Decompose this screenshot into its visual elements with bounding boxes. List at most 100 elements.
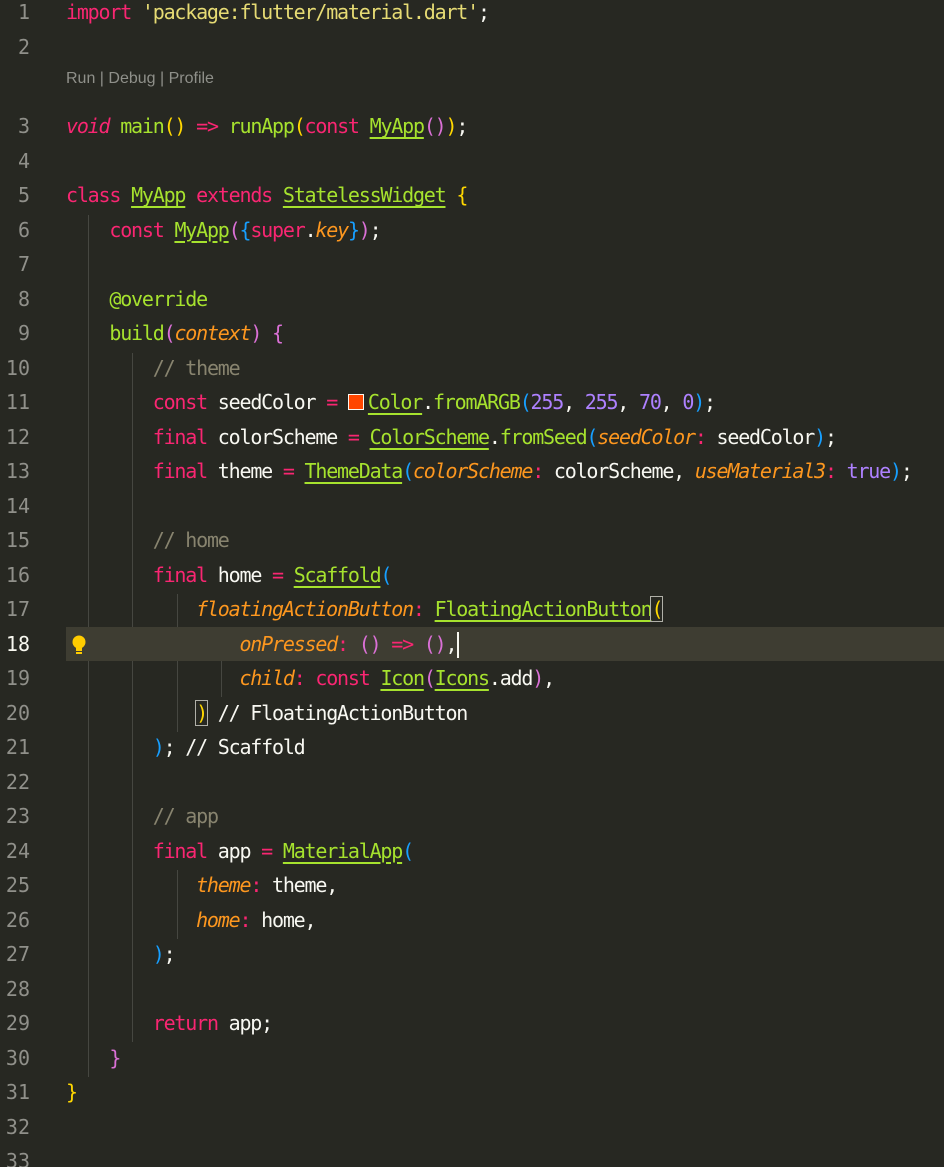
code-token: MaterialApp — [282, 838, 403, 863]
code-line[interactable]: 16 final home = Scaffold( — [0, 558, 944, 592]
code-text: void main() => runApp(const MyApp()); — [66, 109, 468, 143]
line-number: 29 — [5, 1011, 30, 1035]
code-line[interactable]: 10 // theme — [0, 351, 944, 385]
code-line[interactable]: 31} — [0, 1075, 944, 1109]
code-token: colorScheme — [206, 424, 348, 449]
code-line[interactable]: 21 ); // Scaffold — [0, 730, 944, 764]
code-line[interactable]: 5 class MyApp extends StatelessWidget { — [0, 178, 944, 212]
code-line[interactable]: 26 home: home, — [0, 903, 944, 937]
code-line[interactable]: 20 ) // FloatingActionButton — [0, 696, 944, 730]
code-token: ; — [163, 942, 176, 966]
code-token: 255 — [530, 390, 565, 414]
code-token: ) — [152, 735, 165, 759]
code-token: theme, — [261, 873, 338, 897]
line-number: 18 — [5, 631, 30, 656]
code-line[interactable]: 9 build(context) { — [0, 316, 944, 350]
line-number: 19 — [5, 666, 30, 690]
code-line[interactable]: 30 } — [0, 1041, 944, 1075]
code-line[interactable]: 11 const seedColor = Color.fromARGB(255,… — [0, 385, 944, 419]
code-token: @override — [109, 286, 208, 311]
code-line[interactable]: 1 import 'package:flutter/material.dart'; — [0, 0, 944, 29]
code-text: import 'package:flutter/material.dart'; — [66, 0, 490, 29]
line-number: 21 — [5, 735, 30, 759]
line-number: 4 — [17, 148, 30, 173]
code-text: child: const Icon(Icons.add), — [66, 661, 555, 695]
code-token: class — [66, 183, 121, 207]
code-token: app; — [217, 1011, 274, 1035]
code-token: 0 — [682, 390, 694, 414]
code-line[interactable]: 4 — [0, 144, 944, 178]
code-text: final theme = ThemeData(colorScheme: col… — [66, 454, 913, 488]
code-token: Color — [367, 390, 423, 414]
code-token: // FloatingActionButton — [206, 700, 469, 725]
code-token: : — [694, 424, 707, 449]
line-number: 15 — [5, 528, 30, 552]
code-text: ); — [66, 937, 176, 971]
code-line[interactable]: 33 — [0, 1144, 944, 1167]
code-token: ( — [380, 562, 392, 587]
code-line[interactable]: 22 — [0, 765, 944, 799]
code-line[interactable]: 18 onPressed: () => (), — [0, 626, 944, 661]
code-token: ) — [890, 459, 902, 483]
code-token: () — [358, 631, 382, 656]
line-number: 24 — [5, 838, 30, 863]
code-token: ; — [369, 217, 382, 242]
code-token: onPressed — [239, 631, 338, 656]
code-token: : — [824, 459, 837, 483]
code-token: const — [109, 217, 164, 242]
code-token: ( — [163, 321, 176, 345]
code-text: ); // Scaffold — [66, 730, 306, 764]
code-line[interactable]: 13 final theme = ThemeData(colorScheme: … — [0, 454, 944, 488]
code-token: ColorScheme — [369, 424, 490, 449]
code-token: = — [261, 838, 273, 863]
code-line[interactable]: 17 floatingActionButton: FloatingActionB… — [0, 592, 944, 626]
code-token: theme — [206, 459, 283, 483]
code-token: ( — [228, 217, 241, 242]
code-line[interactable]: 19 child: const Icon(Icons.add), — [0, 661, 944, 695]
code-token: , — [660, 390, 683, 414]
code-line[interactable]: 15 // home — [0, 523, 944, 557]
code-token: ) — [152, 942, 165, 966]
code-token: main — [120, 114, 165, 138]
code-editor[interactable]: Run | Debug | Profile 1 import 'package:f… — [0, 0, 944, 1167]
line-number: 6 — [17, 217, 30, 242]
code-token: 255 — [584, 390, 619, 414]
code-token: FloatingActionButton — [434, 597, 653, 621]
line-number: 32 — [5, 1114, 30, 1139]
code-token: child — [239, 666, 294, 690]
code-token: ThemeData — [304, 459, 404, 483]
code-text: // home — [66, 523, 230, 557]
code-line[interactable]: 25 theme: theme, — [0, 868, 944, 902]
code-line[interactable]: 8 @override — [0, 282, 944, 316]
code-token: final — [152, 424, 208, 449]
code-token: final — [152, 459, 208, 483]
code-line[interactable]: 3 void main() => runApp(const MyApp()); — [0, 109, 944, 143]
code-token: // theme — [152, 355, 241, 380]
code-line[interactable]: 14 — [0, 489, 944, 523]
code-line[interactable]: 24 final app = MaterialApp( — [0, 834, 944, 868]
line-number: 33 — [5, 1149, 30, 1167]
code-token: // app — [152, 804, 219, 828]
color-swatch-icon[interactable] — [347, 394, 364, 410]
code-line[interactable]: 7 — [0, 247, 944, 281]
code-token: } — [347, 217, 360, 242]
code-line[interactable]: 28 — [0, 972, 944, 1006]
code-line[interactable]: 27 ); — [0, 937, 944, 971]
line-number: 3 — [17, 114, 30, 138]
codelens-run-debug-profile[interactable]: Run | Debug | Profile — [66, 68, 214, 90]
code-token: = — [282, 459, 295, 483]
code-line[interactable]: 12 final colorScheme = ColorScheme.fromS… — [0, 420, 944, 454]
code-line[interactable]: 2 — [0, 30, 944, 64]
code-line[interactable]: 6 const MyApp({super.key}); — [0, 213, 944, 247]
code-line[interactable]: 29 return app; — [0, 1006, 944, 1040]
code-line[interactable]: 32 — [0, 1110, 944, 1144]
code-line[interactable]: 23 // app — [0, 799, 944, 833]
